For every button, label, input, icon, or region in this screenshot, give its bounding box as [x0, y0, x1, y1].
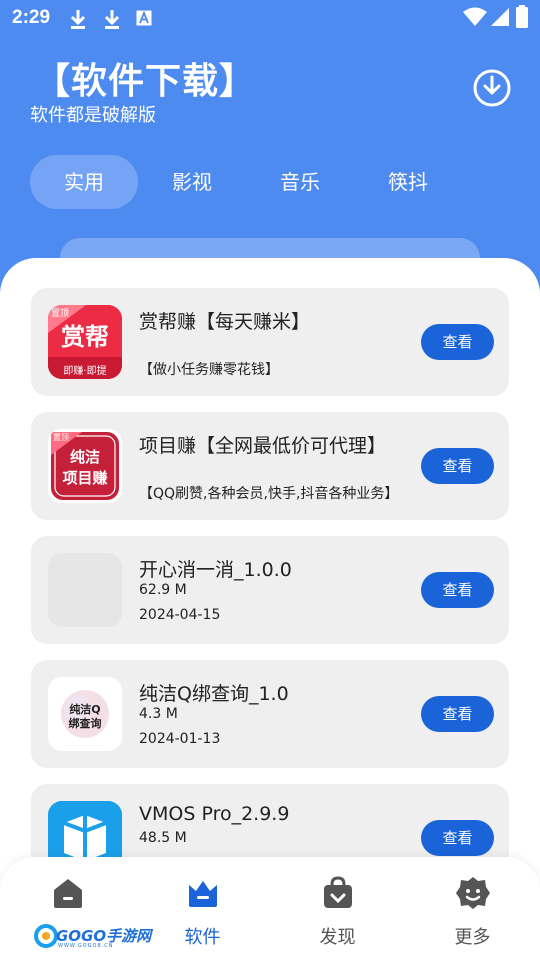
app-title: VMOS Pro_2.9.9 — [139, 803, 290, 825]
list-item[interactable]: 置顶 赏帮 即赚·即提 赏帮赚【每天赚米】 【做小任务赚零花钱】 查看 — [31, 288, 509, 396]
app-title: 项目赚【全网最低价可代理】 — [139, 435, 387, 457]
page-subtitle: 软件都是破解版 — [30, 105, 156, 126]
app-icon-text: 赏帮 — [61, 323, 109, 351]
view-button[interactable]: 查看 — [421, 820, 494, 856]
tab-video[interactable]: 影视 — [138, 155, 246, 209]
watermark-subtext: WWW.GOGO8.CN — [58, 943, 114, 949]
app-date: 2024-01-13 — [139, 731, 221, 747]
app-icon-subtext: 即赚·即提 — [63, 366, 107, 377]
status-time: 2:29 — [12, 7, 51, 28]
battery-icon — [516, 5, 528, 28]
nav-more-label: 更多 — [454, 927, 491, 948]
nav-software[interactable]: 软件 — [135, 857, 270, 960]
tab-kuaidou[interactable]: 筷抖 — [354, 155, 462, 209]
watermark-logo: GOGO手游网 WWW.GOGO8.CN — [34, 920, 151, 950]
content-sheet: 置顶 赏帮 即赚·即提 赏帮赚【每天赚米】 【做小任务赚零花钱】 查看 置顶 纯… — [0, 258, 540, 960]
app-description: 【做小任务赚零花钱】 — [139, 362, 279, 378]
list-item[interactable]: 纯洁Q 绑查询 纯洁Q绑查询_1.0 4.3 M 2024-01-13 查看 — [31, 660, 509, 768]
view-button[interactable]: 查看 — [421, 696, 494, 732]
app-size: 4.3 M — [139, 706, 178, 722]
app-description: 【QQ刷赞,各种会员,快手,抖音各种业务】 — [139, 486, 399, 502]
page-title: 【软件下载】 — [34, 61, 257, 102]
list-item[interactable]: 开心消一消_1.0.0 62.9 M 2024-04-15 查看 — [31, 536, 509, 644]
tab-music[interactable]: 音乐 — [246, 155, 354, 209]
wifi-icon — [463, 7, 487, 26]
view-button[interactable]: 查看 — [421, 572, 494, 608]
app-date: 2024-04-15 — [139, 607, 221, 623]
more-icon — [456, 877, 490, 909]
app-size: 48.5 M — [139, 830, 187, 846]
keyboard-notification-icon — [136, 10, 152, 26]
category-tabs: 实用 影视 音乐 筷抖 — [30, 155, 500, 209]
app-icon-text: 绑查询 — [68, 717, 102, 730]
app-size: 62.9 M — [139, 582, 187, 598]
nav-discover-label: 发现 — [319, 927, 356, 948]
nav-discover[interactable]: 发现 — [270, 857, 405, 960]
app-title: 纯洁Q绑查询_1.0 — [139, 683, 289, 705]
app-title: 开心消一消_1.0.0 — [139, 559, 292, 581]
tab-practical[interactable]: 实用 — [30, 155, 138, 209]
app-icon-placeholder — [48, 553, 122, 627]
list-item[interactable]: 置顶 纯洁 项目赚 项目赚【全网最低价可代理】 【QQ刷赞,各种会员,快手,抖音… — [31, 412, 509, 520]
shopping-bag-icon — [324, 876, 352, 908]
download-notification-icon — [104, 10, 120, 29]
status-bar: 2:29 — [0, 0, 540, 38]
signal-icon — [491, 8, 509, 26]
app-icon-xiangmuzhuan: 置顶 纯洁 项目赚 — [48, 429, 122, 503]
download-notification-icon — [70, 10, 86, 29]
app-icon-qbind: 纯洁Q 绑查询 — [48, 677, 122, 751]
view-button[interactable]: 查看 — [421, 324, 494, 360]
nav-more[interactable]: 更多 — [405, 857, 540, 960]
nav-software-label: 软件 — [184, 927, 221, 948]
view-button[interactable]: 查看 — [421, 448, 494, 484]
app-title: 赏帮赚【每天赚米】 — [139, 311, 311, 333]
crown-icon — [189, 881, 217, 907]
home-icon — [54, 879, 82, 908]
badge-top: 置顶 — [53, 433, 69, 442]
app-icon-text: 项目赚 — [62, 469, 108, 487]
download-manager-icon[interactable] — [472, 68, 512, 108]
app-icon-text: 纯洁 — [69, 448, 100, 466]
app-icon-shangbangzhuan: 置顶 赏帮 即赚·即提 — [48, 305, 122, 379]
